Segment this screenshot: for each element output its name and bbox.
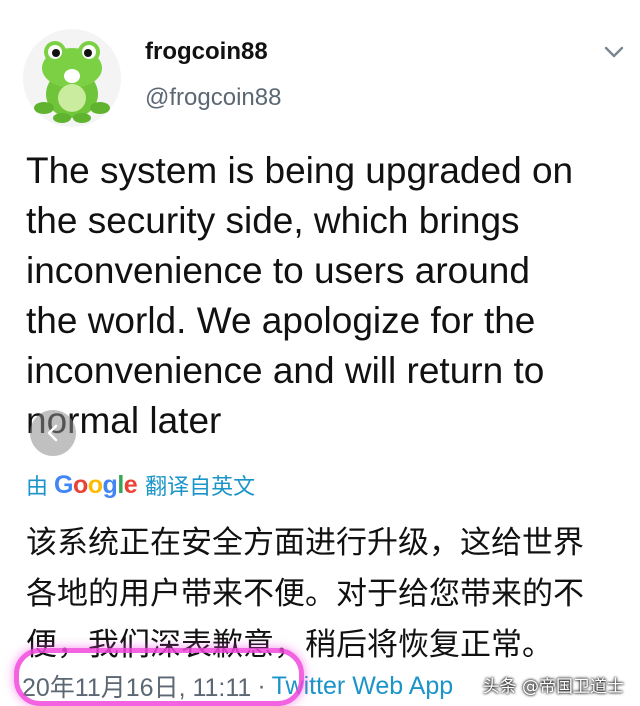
tweet-line: normal later — [26, 400, 222, 441]
tweet-meta: 20年11月16日, 11:11 · Twitter Web App — [22, 668, 453, 704]
tweet-source-link[interactable]: Twitter Web App — [272, 672, 454, 701]
translation-attribution[interactable]: 由 Google 翻译自英文 — [26, 469, 255, 501]
tweet-line: inconvenience and will return to — [26, 350, 545, 391]
tweet-line: inconvenience to users around — [26, 250, 530, 291]
tweet-line: the security side, which brings — [26, 200, 520, 241]
watermark: 头条 @帝国卫道士 — [482, 677, 624, 697]
tweet-text: The system is being upgraded on the secu… — [26, 146, 626, 446]
translated-text: 该系统正在安全方面进行升级，这给世界 各地的用户带来不便。对于给您带来的不 便，… — [26, 518, 626, 671]
translated-line: 该系统正在安全方面进行升级，这给世界 — [26, 525, 584, 561]
meta-separator: · — [257, 671, 266, 700]
chevron-down-icon[interactable] — [602, 40, 626, 64]
back-button[interactable] — [30, 410, 76, 456]
translated-line: 各地的用户带来不便。对于给您带来的不 — [26, 576, 584, 612]
chevron-left-icon — [47, 424, 58, 442]
avatar[interactable] — [22, 28, 122, 128]
tweet-line: the world. We apologize for the — [26, 300, 536, 341]
translated-from-label: 翻译自英文 — [145, 474, 256, 499]
tweet-line: The system is being upgraded on — [26, 150, 574, 191]
user-handle[interactable]: @frogcoin88 — [145, 84, 281, 112]
frog-avatar-icon — [23, 29, 121, 127]
tweet-timestamp[interactable]: 20年11月16日, 11:11 — [22, 668, 251, 704]
display-name[interactable]: frogcoin88 — [145, 38, 268, 66]
translated-by-label: 由 — [26, 474, 49, 499]
google-logo: Google — [54, 470, 138, 499]
translated-line: 便，我们深表歉意，稍后将恢复正常。 — [26, 627, 553, 663]
